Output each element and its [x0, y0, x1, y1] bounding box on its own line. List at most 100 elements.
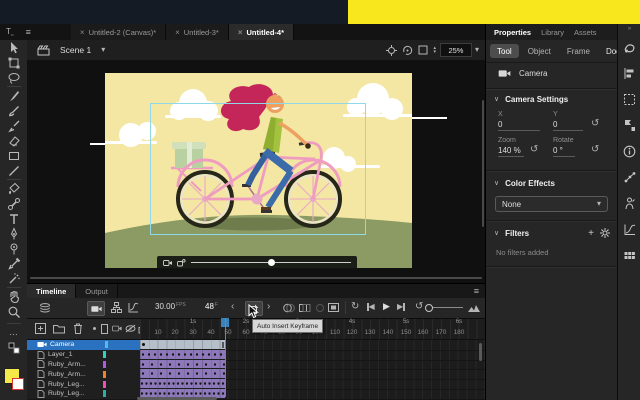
camera-track-span[interactable]	[140, 340, 225, 349]
text-tool[interactable]	[0, 211, 27, 226]
layer-row[interactable]: Ruby_Leg...	[27, 389, 150, 400]
onion-skin-icon[interactable]	[283, 303, 295, 313]
mode-tab-object[interactable]: Object	[521, 44, 558, 58]
timeline-tracks[interactable]	[140, 340, 485, 399]
color-effect-dropdown[interactable]: None ▾	[495, 196, 608, 212]
brush-library-icon[interactable]	[618, 34, 640, 60]
bone-tool[interactable]	[0, 196, 27, 211]
tab-output[interactable]: Output	[76, 284, 118, 298]
pen-tool[interactable]	[0, 226, 27, 241]
free-transform-tool[interactable]	[0, 55, 27, 70]
transform-panel-icon[interactable]	[618, 86, 640, 112]
timeline-zoom-large-icon[interactable]	[468, 304, 480, 312]
timeline-v-scrollbar[interactable]	[479, 343, 482, 361]
reset-rotate-icon[interactable]: ↺	[591, 145, 599, 155]
layer-depth-icon[interactable]	[39, 303, 51, 313]
scene-panel-icon[interactable]	[618, 112, 640, 138]
camera-zoom-slider-knob[interactable]	[268, 259, 275, 266]
camera-reset-icon[interactable]	[163, 259, 172, 267]
tab-properties[interactable]: Properties	[494, 28, 531, 37]
paint-brush-tool[interactable]	[0, 118, 27, 133]
prev-keyframe-icon[interactable]: ‹	[231, 302, 234, 312]
reset-timeline-zoom-icon[interactable]: ↺	[415, 302, 423, 312]
delete-layer-button[interactable]	[73, 323, 83, 334]
play-button[interactable]: ▶	[383, 302, 390, 311]
current-frame-value[interactable]: 48F	[205, 302, 218, 311]
layer-track-span[interactable]	[140, 360, 225, 369]
reset-zoom-icon[interactable]: ↺	[530, 145, 538, 155]
zoom-tool[interactable]	[0, 304, 27, 319]
camera-zoom-icon[interactable]	[177, 259, 186, 267]
close-icon[interactable]: ×	[175, 28, 180, 37]
magic-wand-tool[interactable]	[0, 271, 27, 286]
playhead-line[interactable]	[225, 318, 227, 397]
rectangle-tool[interactable]	[0, 148, 27, 163]
layer-track-span[interactable]	[140, 379, 225, 388]
camera-settings-header[interactable]: ∨ Camera Settings	[486, 92, 568, 106]
hand-tool[interactable]	[0, 289, 27, 304]
asset-warp-tool[interactable]	[0, 241, 27, 256]
history-panel-icon[interactable]	[618, 164, 640, 190]
span-based-selection-icon[interactable]	[328, 303, 339, 312]
default-colors-button[interactable]	[0, 340, 27, 355]
graph-editor-panel-icon[interactable]	[618, 216, 640, 242]
menu-icon[interactable]: ≡	[26, 28, 31, 37]
color-effects-header[interactable]: ∨ Color Effects	[486, 176, 555, 190]
step-forward-icon[interactable]: ▶	[397, 303, 405, 311]
eyedropper-tool[interactable]	[0, 256, 27, 271]
camera-bounds-outline[interactable]	[150, 103, 366, 235]
center-stage-icon[interactable]	[386, 45, 397, 56]
layer-track-span[interactable]	[140, 369, 225, 378]
graph-editor-icon[interactable]	[128, 302, 139, 313]
lasso-tool[interactable]	[0, 70, 27, 85]
clapperboard-icon[interactable]	[37, 44, 50, 56]
camera-x-input[interactable]: 0	[498, 120, 540, 131]
frame-rate-value[interactable]: 30.00FPS	[155, 302, 186, 311]
layer-track-span[interactable]	[140, 350, 225, 359]
camera-y-input[interactable]: 0	[553, 120, 583, 131]
selection-tool[interactable]	[0, 40, 27, 55]
loop-playback-icon[interactable]: ↻	[351, 302, 359, 312]
classic-brush-tool[interactable]	[0, 103, 27, 118]
highlight-column-icon[interactable]	[93, 327, 96, 330]
document-tab-active[interactable]: × Untitled-4*	[229, 24, 294, 40]
selected-object-row[interactable]: Camera	[486, 63, 618, 83]
new-layer-button[interactable]	[35, 323, 46, 334]
outline-column-icon[interactable]	[101, 324, 108, 334]
stage-zoom-input[interactable]: 25%	[440, 43, 472, 57]
camera-zoom-input[interactable]: 140 %	[498, 146, 524, 157]
frame-picker-panel-icon[interactable]	[618, 242, 640, 268]
tab-library[interactable]: Library	[541, 28, 564, 37]
step-back-icon[interactable]: ◀	[367, 303, 375, 311]
tab-assets[interactable]: Assets	[574, 28, 597, 37]
reset-position-icon[interactable]: ↺	[591, 119, 599, 129]
filter-options-icon[interactable]	[600, 228, 610, 238]
timeline-zoom-knob[interactable]	[425, 304, 433, 312]
playhead-head[interactable]	[221, 318, 229, 327]
close-icon[interactable]: ×	[238, 28, 243, 37]
document-tab[interactable]: × Untitled-3*	[166, 24, 229, 40]
info-panel-icon[interactable]	[618, 138, 640, 164]
filters-header[interactable]: ∨ Filters +	[486, 226, 618, 240]
paint-bucket-tool[interactable]	[0, 181, 27, 196]
camera-toggle-button[interactable]	[87, 301, 105, 316]
new-folder-button[interactable]	[53, 324, 65, 334]
camera-zoom-slider[interactable]	[191, 256, 351, 269]
visibility-column-icon[interactable]	[125, 324, 136, 333]
add-filter-button[interactable]: +	[588, 228, 594, 239]
mode-tab-tool[interactable]: Tool	[490, 44, 519, 58]
fluid-brush-tool[interactable]	[0, 88, 27, 103]
stroke-color-swatch[interactable]	[12, 378, 24, 390]
zoom-stepper[interactable]: ▴▾	[433, 46, 436, 54]
stage-h-scrollbar[interactable]	[30, 277, 482, 279]
collapse-panels-icon[interactable]: »	[618, 24, 640, 34]
tab-timeline[interactable]: Timeline	[27, 284, 76, 298]
more-tools-button[interactable]: …	[0, 325, 27, 340]
scene-breadcrumb[interactable]: Scene 1	[60, 45, 91, 55]
line-tool[interactable]	[0, 163, 27, 178]
asset-sculpt-panel-icon[interactable]	[618, 190, 640, 216]
next-keyframe-icon[interactable]: ›	[267, 302, 270, 312]
clip-content-icon[interactable]	[418, 45, 428, 55]
align-panel-icon[interactable]	[618, 60, 640, 86]
scene-dropdown-icon[interactable]: ▾	[101, 46, 105, 54]
